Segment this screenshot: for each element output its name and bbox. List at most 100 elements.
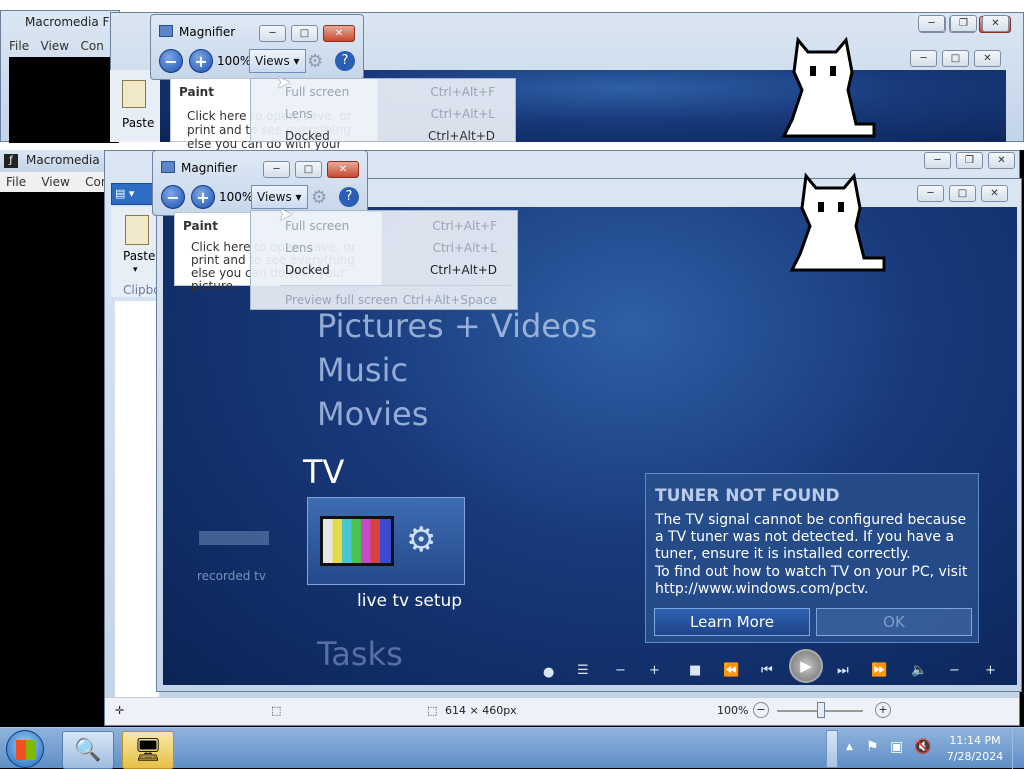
- network-icon[interactable]: ▣: [890, 739, 903, 755]
- recorded-tv-icon[interactable]: [199, 531, 269, 545]
- views-item-docked[interactable]: Docked: [285, 263, 330, 277]
- views-menu-separator: [281, 285, 511, 286]
- views-item-preview-full-screen[interactable]: Preview full screen: [285, 293, 398, 307]
- views-label-top: Views: [255, 54, 290, 68]
- mc-close-button[interactable]: ✕: [981, 185, 1008, 202]
- magnifier-title-top: Magnifier: [179, 25, 236, 39]
- zoom-in-icon-top[interactable]: +: [189, 49, 213, 73]
- zoom-in-icon[interactable]: +: [191, 185, 215, 209]
- views-menu: Full screen Ctrl+Alt+F Lens Ctrl+Alt+L D…: [250, 210, 518, 310]
- menu-view-top[interactable]: View: [41, 39, 69, 53]
- channel-up-icon[interactable]: +: [649, 663, 660, 678]
- menu-music[interactable]: Music: [317, 351, 408, 389]
- menu-file[interactable]: File: [6, 175, 26, 189]
- magnifier-maximize-button[interactable]: □: [295, 161, 322, 178]
- fast-forward-icon[interactable]: ⏩: [871, 663, 887, 678]
- settings-gear-icon: ⚙: [406, 520, 437, 560]
- paint-app-icon: 🖥: [134, 737, 162, 763]
- clipboard-icon[interactable]: [125, 215, 149, 245]
- volume-down-icon[interactable]: −: [949, 663, 960, 678]
- zoom-out-icon[interactable]: −: [161, 185, 185, 209]
- live-tv-setup-tile[interactable]: ⚙: [307, 497, 465, 585]
- menu-con-top[interactable]: Con: [80, 39, 103, 53]
- views-key-full-screen: Ctrl+Alt+F: [432, 219, 497, 233]
- volume-up-icon[interactable]: +: [985, 663, 996, 678]
- skip-back-icon[interactable]: ⏮: [761, 663, 773, 678]
- magnifier-close-button[interactable]: ✕: [327, 161, 359, 178]
- mc-minimize-button[interactable]: ─: [917, 185, 944, 202]
- play-icon[interactable]: ▶: [789, 649, 823, 683]
- magnifier-maximize-top[interactable]: □: [291, 25, 318, 42]
- flash-icon: ƒ: [4, 154, 18, 168]
- ok-button[interactable]: OK: [816, 608, 972, 636]
- menu-tv[interactable]: TV: [303, 453, 344, 491]
- list-icon[interactable]: ☰: [577, 663, 589, 678]
- live-tv-setup-label[interactable]: live tv setup: [357, 591, 462, 611]
- dialog-title: TUNER NOT FOUND: [655, 486, 840, 506]
- stop-icon[interactable]: ■: [689, 663, 701, 678]
- learn-more-button[interactable]: Learn More: [654, 608, 810, 636]
- start-button[interactable]: [6, 730, 44, 768]
- gear-icon-top[interactable]: ⚙: [307, 51, 323, 72]
- outer-restore-button[interactable]: ❐: [956, 152, 983, 169]
- volume-muted-icon[interactable]: 🔇: [914, 739, 931, 755]
- outer-close-top[interactable]: ✕: [982, 15, 1009, 32]
- macromedia-window: ƒ Macromedia F File View Con: [0, 150, 120, 728]
- show-hidden-icons[interactable]: ▲: [846, 742, 853, 752]
- help-icon[interactable]: ?: [339, 187, 359, 207]
- views-item-lens-top[interactable]: Lens: [285, 107, 313, 121]
- tuner-not-found-dialog: TUNER NOT FOUND The TV signal cannot be …: [645, 473, 979, 643]
- dimension-icon: ⬚: [427, 704, 438, 717]
- menu-view[interactable]: View: [41, 175, 69, 189]
- outer-close-button[interactable]: ✕: [988, 152, 1015, 169]
- views-button-top[interactable]: Views ▾: [249, 49, 306, 73]
- magnifier-minimize-top[interactable]: ─: [259, 25, 286, 42]
- views-item-fullscreen-top[interactable]: Full screen: [285, 85, 349, 99]
- views-key-fullscreen-top: Ctrl+Alt+F: [430, 85, 495, 99]
- zoom-slider-thumb[interactable]: [817, 702, 825, 718]
- rewind-icon[interactable]: ⏪: [723, 663, 739, 678]
- tray-clock[interactable]: 11:14 PM 7/28/2024: [940, 734, 1010, 763]
- channel-down-icon[interactable]: −: [615, 663, 626, 678]
- skip-forward-icon[interactable]: ⏭: [837, 663, 849, 678]
- magnifier-minimize-button[interactable]: ─: [263, 161, 290, 178]
- outer-minimize-button[interactable]: ─: [924, 152, 951, 169]
- dot-icon[interactable]: ●: [543, 665, 554, 680]
- paste-label[interactable]: Paste: [123, 249, 155, 263]
- transport-controls: ● ☰ − + ■ ⏪ ⏮ ▶ ⏭ ⏩ 🔈 − +: [537, 649, 1007, 685]
- paint-canvas-white: [115, 301, 159, 697]
- zoom-out-small-icon[interactable]: −: [753, 702, 769, 718]
- menu-file-top[interactable]: File: [9, 39, 29, 53]
- magnifier-close-top[interactable]: ✕: [323, 25, 355, 42]
- views-item-lens[interactable]: Lens: [285, 241, 313, 255]
- taskbar-paint-button[interactable]: 🖥: [122, 731, 174, 769]
- views-item-docked-top[interactable]: Docked: [285, 129, 330, 143]
- volume-icon[interactable]: 🔈: [911, 663, 927, 678]
- inner-minimize-top[interactable]: ─: [910, 50, 937, 67]
- flag-icon[interactable]: ⚑: [866, 739, 879, 755]
- options-gear-icon[interactable]: ⚙: [311, 187, 327, 208]
- views-item-full-screen[interactable]: Full screen: [285, 219, 349, 233]
- help-icon-top[interactable]: ?: [335, 51, 355, 71]
- status-zoom-level: 100%: [717, 704, 749, 717]
- mouse-cursor-icon: ➤: [278, 204, 294, 225]
- menu-tasks[interactable]: Tasks: [317, 635, 403, 673]
- show-desktop-button[interactable]: [1012, 728, 1024, 769]
- zoom-out-icon-top[interactable]: −: [159, 49, 183, 73]
- menu-pictures-videos[interactable]: Pictures + Videos: [317, 307, 597, 345]
- inner-restore-top[interactable]: □: [942, 50, 969, 67]
- inner-close-top[interactable]: ✕: [974, 50, 1001, 67]
- mc-maximize-button[interactable]: □: [949, 185, 976, 202]
- outer-minimize-top[interactable]: ─: [918, 15, 945, 32]
- zoom-level: 100%: [219, 190, 254, 204]
- top-mirror-region: Macromedia F File View Con ─ □ ✕ Paste ─…: [0, 0, 1024, 150]
- recorded-tv-label[interactable]: recorded tv: [197, 569, 266, 583]
- menu-movies[interactable]: Movies: [317, 395, 428, 433]
- paste-dropdown-icon[interactable]: ▾: [133, 265, 138, 275]
- paste-label-top[interactable]: Paste: [122, 116, 154, 130]
- zoom-in-small-icon[interactable]: +: [875, 702, 891, 718]
- color-bars-icon: [320, 516, 394, 566]
- outer-restore-top[interactable]: ❐: [950, 15, 977, 32]
- taskbar-magnifier-button[interactable]: 🔍: [62, 731, 114, 769]
- taskbar-scroll[interactable]: [826, 730, 838, 768]
